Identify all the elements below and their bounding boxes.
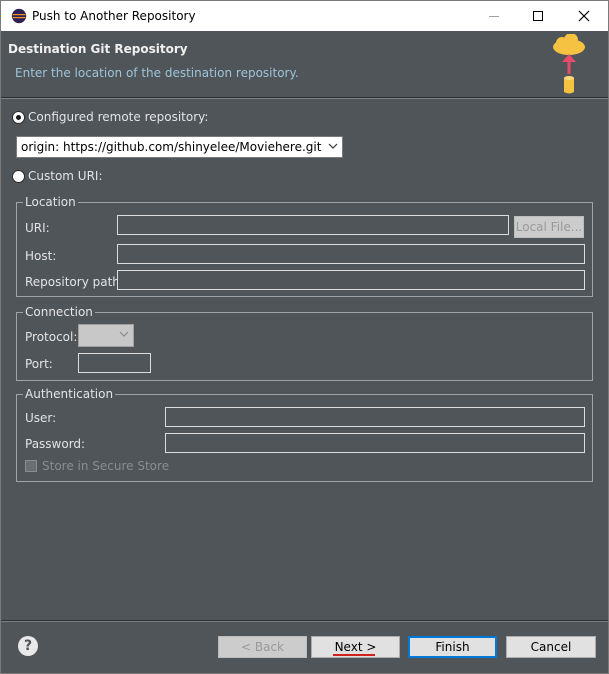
custom-uri-label: Custom URI: [28,169,103,183]
maximize-button[interactable] [515,1,561,31]
authentication-group-title: Authentication [23,387,116,401]
host-label: Host: [25,249,57,263]
secure-store-checkbox[interactable] [25,460,37,472]
protocol-label: Protocol: [25,330,78,344]
port-label: Port: [25,357,53,371]
password-label: Password: [25,437,86,451]
local-file-button[interactable]: Local File... [514,216,584,238]
configured-remote-radio[interactable] [12,111,25,124]
configured-remote-label: Configured remote repository: [28,110,209,124]
protocol-select[interactable] [78,324,134,347]
title-bar: Push to Another Repository [1,1,608,31]
close-icon [578,10,590,22]
repository-path-field[interactable] [117,270,585,290]
maximize-icon [533,11,543,21]
repository-path-label: Repository path: [25,275,124,289]
user-label: User: [25,411,57,425]
page-title: Destination Git Repository [8,42,188,56]
uri-label: URI: [25,221,50,235]
host-field[interactable] [117,244,585,264]
port-field[interactable] [78,353,151,373]
password-field[interactable] [165,433,585,453]
dropdown-arrow-icon [119,331,129,337]
help-icon[interactable]: ? [18,636,38,656]
remote-select-value: origin: https://github.com/shinyelee/Mov… [21,140,322,154]
cloud-upload-icon [553,34,585,94]
push-dialog: Push to Another Repository Destination G… [0,0,609,674]
close-button[interactable] [561,1,607,31]
eclipse-icon [11,8,27,24]
secure-store-label: Store in Secure Store [42,459,170,473]
location-group-title: Location [23,195,78,209]
back-button[interactable]: < Back [218,636,307,658]
wizard-header: Destination Git Repository Enter the loc… [1,32,608,98]
window-title: Push to Another Repository [32,9,196,23]
header-separator [1,97,608,99]
user-field[interactable] [165,407,585,427]
footer-separator [1,620,608,622]
uri-field[interactable] [117,215,509,235]
remote-select[interactable]: origin: https://github.com/shinyelee/Mov… [16,136,343,158]
page-description: Enter the location of the destination re… [15,66,299,80]
connection-group-title: Connection [23,305,95,319]
dropdown-arrow-icon [328,143,338,149]
minimize-icon [489,16,499,17]
custom-uri-radio[interactable] [12,170,25,183]
finish-button[interactable]: Finish [408,636,497,658]
cancel-button[interactable]: Cancel [506,636,596,658]
next-annotation-underline [333,654,375,656]
minimize-button[interactable] [471,1,517,31]
